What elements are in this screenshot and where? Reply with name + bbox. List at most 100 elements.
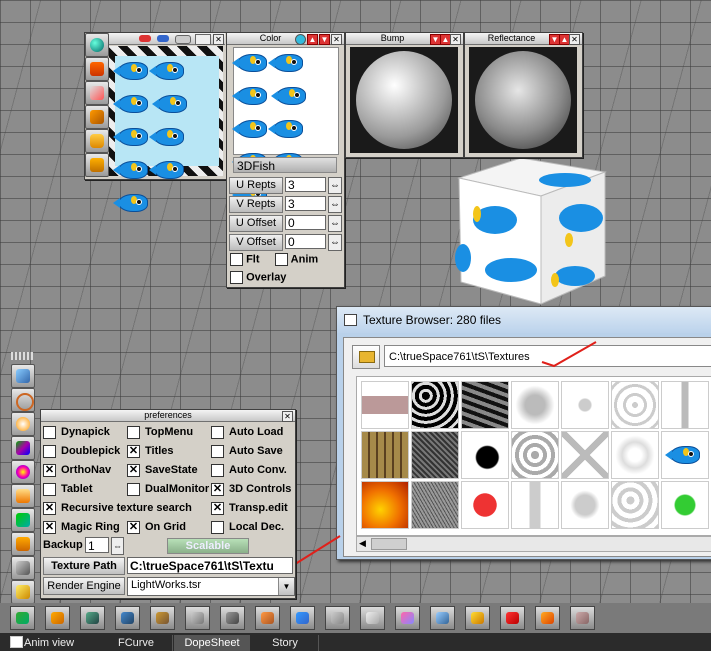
anim-checkbox[interactable]: Anim <box>275 253 318 266</box>
u-offset-spinner[interactable]: ⇔ <box>328 215 342 232</box>
anim-view-checkbox[interactable] <box>10 636 23 648</box>
logo-icon[interactable] <box>535 606 560 630</box>
funnel-icon[interactable] <box>85 57 109 81</box>
checkbox[interactable] <box>43 482 56 496</box>
tab-dopesheet[interactable]: DopeSheet <box>174 635 250 651</box>
lasso-icon[interactable] <box>11 388 35 412</box>
v-offset-input[interactable]: 0 <box>285 234 326 249</box>
overlay-checkbox[interactable]: Overlay <box>230 271 286 284</box>
u-repts-input[interactable]: 3 <box>285 177 326 192</box>
texture-thumbnail[interactable] <box>661 481 709 529</box>
pencil-icon[interactable] <box>11 580 35 604</box>
pref-tablet[interactable]: Tablet <box>43 481 93 497</box>
texture-thumbnail[interactable] <box>611 481 659 529</box>
pref-magic-ring[interactable]: ✕ Magic Ring <box>43 519 120 535</box>
settings-tools-icon[interactable] <box>11 556 35 580</box>
checkbox[interactable]: ✕ <box>127 444 140 458</box>
sphere-icon[interactable] <box>80 606 105 630</box>
texture-thumbnail[interactable] <box>411 431 459 479</box>
toggle-icon[interactable] <box>175 35 191 44</box>
texture-path-field[interactable]: C:\trueSpace761\tS\Textu <box>127 557 293 574</box>
arrow-up-icon[interactable]: ▲ <box>307 34 318 45</box>
pref-on-grid[interactable]: ✕ On Grid <box>127 519 186 535</box>
texture-thumbnail[interactable] <box>461 381 509 429</box>
light-icon[interactable] <box>11 412 35 436</box>
v-repts-spinner[interactable]: ⇔ <box>328 196 342 213</box>
render-engine-select[interactable]: LightWorks.tsr ▼ <box>127 577 295 596</box>
checkbox[interactable] <box>43 444 56 458</box>
tab-fcurve[interactable]: FCurve <box>100 635 173 651</box>
bump-sphere-preview[interactable] <box>350 47 458 153</box>
texture-thumbnail[interactable] <box>461 431 509 479</box>
shape-icon[interactable] <box>325 606 350 630</box>
walker-icon[interactable] <box>150 606 175 630</box>
checkbox[interactable]: ✕ <box>43 520 56 534</box>
pipe-icon[interactable] <box>115 606 140 630</box>
cone-icon[interactable] <box>220 606 245 630</box>
lattice-icon[interactable] <box>255 606 280 630</box>
pref-auto-conv[interactable]: Auto Conv. <box>211 462 287 478</box>
flt-checkbox[interactable]: Flt <box>230 253 260 266</box>
sphere-preview-icon[interactable] <box>85 33 109 57</box>
chevron-down-icon[interactable]: ▼ <box>278 578 294 595</box>
shader-icon[interactable] <box>139 35 151 42</box>
transform-icon[interactable] <box>11 532 35 556</box>
horizontal-scrollbar[interactable]: ◀ <box>356 536 711 552</box>
checkbox[interactable] <box>43 425 56 439</box>
texture-path-button[interactable]: Texture Path <box>43 557 125 575</box>
bullet-icon[interactable] <box>45 606 70 630</box>
close-icon[interactable]: ✕ <box>213 34 224 45</box>
pref-transp-edit[interactable]: ✕ Transp.edit <box>211 500 288 516</box>
person-icon[interactable] <box>570 606 595 630</box>
render-engine-button[interactable]: Render Engine <box>43 577 125 595</box>
cube-icon[interactable] <box>185 606 210 630</box>
texture-thumbnail[interactable] <box>661 431 709 479</box>
pref-orthonav[interactable]: ✕ OrthoNav <box>43 462 111 478</box>
texture-thumbnail[interactable] <box>411 481 459 529</box>
zoom-view-icon[interactable] <box>11 364 35 388</box>
recycle-icon[interactable] <box>10 606 35 630</box>
texture-thumbnail[interactable] <box>361 431 409 479</box>
u-repts-spinner[interactable]: ⇔ <box>328 177 342 194</box>
pref-titles[interactable]: ✕ Titles <box>127 443 174 459</box>
prism-icon[interactable] <box>11 436 35 460</box>
flt-checkbox-box[interactable] <box>230 253 243 266</box>
object-icon[interactable] <box>11 484 35 508</box>
cube-material-icon[interactable] <box>85 153 109 177</box>
checkbox[interactable] <box>211 520 224 534</box>
texture-thumbnail[interactable] <box>511 481 559 529</box>
checkbox[interactable]: ✕ <box>211 501 224 515</box>
close-icon[interactable]: ✕ <box>282 411 293 422</box>
texture-thumbnail[interactable] <box>511 431 559 479</box>
pref-auto-save[interactable]: Auto Save <box>211 443 283 459</box>
document-icon[interactable] <box>360 606 385 630</box>
checkbox[interactable]: ✕ <box>43 501 56 515</box>
pref-3d-controls[interactable]: ✕ 3D Controls <box>211 481 291 497</box>
close-icon[interactable]: ✕ <box>450 34 461 45</box>
checkbox[interactable]: ✕ <box>211 482 224 496</box>
texture-preview-large[interactable] <box>109 46 223 212</box>
textured-cube[interactable] <box>455 157 607 306</box>
texture-name-field[interactable]: 3DFish <box>233 157 337 173</box>
pref-dualmonitor[interactable]: DualMonitor <box>127 481 209 497</box>
backup-input[interactable]: 1 <box>85 537 109 553</box>
checkbox[interactable] <box>211 444 224 458</box>
texture-thumbnail[interactable] <box>611 381 659 429</box>
backup-spinner[interactable]: ⇔ <box>111 537 124 555</box>
paint-pen-icon[interactable] <box>85 105 109 129</box>
checkbox[interactable]: ✕ <box>127 520 140 534</box>
paint-sphere-icon[interactable] <box>11 460 35 484</box>
paint-brush-icon[interactable] <box>85 81 109 105</box>
tab-story[interactable]: Story <box>252 635 319 651</box>
texture-thumbnail[interactable] <box>461 481 509 529</box>
checkbox[interactable] <box>211 425 224 439</box>
u-offset-input[interactable]: 0 <box>285 215 326 230</box>
pref-topmenu[interactable]: TopMenu <box>127 424 193 440</box>
pref-recursive-texture-search[interactable]: ✕ Recursive texture search <box>43 500 192 516</box>
pref-auto-load[interactable]: Auto Load <box>211 424 283 440</box>
texture-thumbnail[interactable] <box>611 431 659 479</box>
swirl-icon[interactable] <box>465 606 490 630</box>
checkbox[interactable] <box>211 463 224 477</box>
pin-icon[interactable] <box>195 34 211 45</box>
axis-icon[interactable] <box>500 606 525 630</box>
